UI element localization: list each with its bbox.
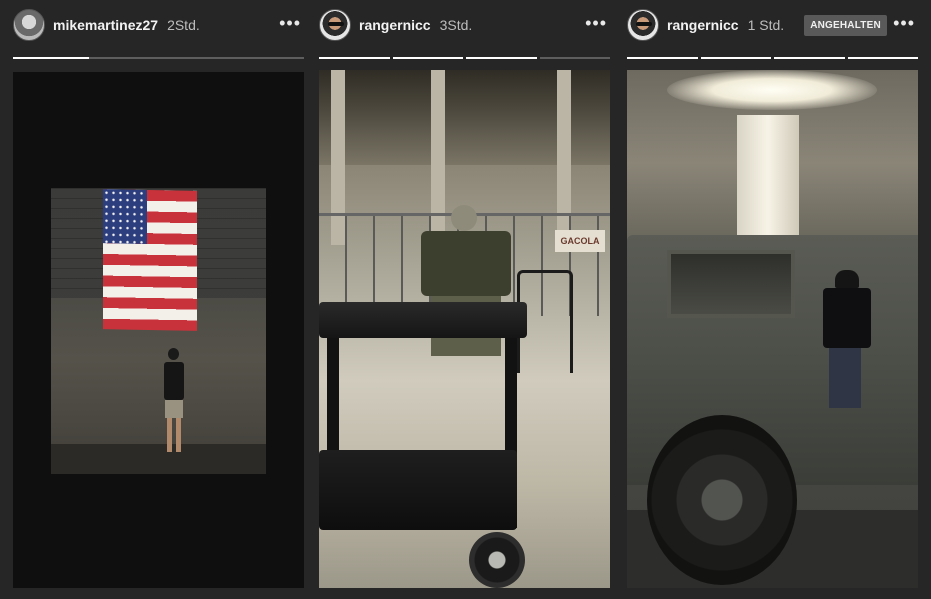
story-time: 1 Std.: [747, 17, 785, 33]
username[interactable]: rangernicc: [667, 17, 739, 33]
story-card-3[interactable]: rangernicc 1 Std. ANGEHALTEN •••: [627, 0, 918, 588]
story-card-2[interactable]: rangernicc 3Std. ••• GACOLA: [319, 0, 610, 588]
flag-image: [103, 189, 197, 331]
story-header: rangernicc 3Std. •••: [319, 0, 610, 50]
avatar[interactable]: [13, 9, 45, 41]
more-options-icon[interactable]: •••: [585, 14, 607, 32]
story-photo: [51, 188, 266, 474]
cart: [319, 302, 527, 338]
story-header: mikemartinez27 2Std. •••: [13, 0, 304, 50]
story-media[interactable]: GACOLA: [319, 70, 610, 588]
progress-segment: [627, 57, 698, 59]
more-options-icon[interactable]: •••: [893, 14, 915, 32]
avatar[interactable]: [627, 9, 659, 41]
username[interactable]: mikemartinez27: [53, 17, 158, 33]
progress-segment: [847, 57, 918, 59]
story-progress-bar: [319, 57, 610, 59]
progress-segment: [539, 57, 610, 59]
avatar[interactable]: [319, 9, 351, 41]
story-time: 3Std.: [439, 17, 473, 33]
more-options-icon[interactable]: •••: [279, 14, 301, 32]
person-figure: [817, 270, 877, 420]
story-media[interactable]: [627, 70, 918, 588]
person-figure: [164, 348, 184, 458]
progress-segment: [774, 57, 845, 59]
story-header: rangernicc 1 Std. ANGEHALTEN •••: [627, 0, 918, 50]
progress-segment: [466, 57, 537, 59]
username[interactable]: rangernicc: [359, 17, 431, 33]
wall-sign: GACOLA: [555, 230, 605, 252]
story-progress-bar: [627, 57, 918, 59]
progress-segment: [392, 57, 463, 59]
story-time: 2Std.: [167, 17, 200, 33]
progress-segment: [700, 57, 771, 59]
progress-segment: [319, 57, 390, 59]
story-card-1[interactable]: mikemartinez27 2Std. •••: [13, 0, 304, 588]
story-media[interactable]: [13, 72, 304, 588]
paused-badge: ANGEHALTEN: [804, 14, 887, 36]
progress-segment: [13, 57, 304, 59]
story-progress-bar: [13, 57, 304, 59]
